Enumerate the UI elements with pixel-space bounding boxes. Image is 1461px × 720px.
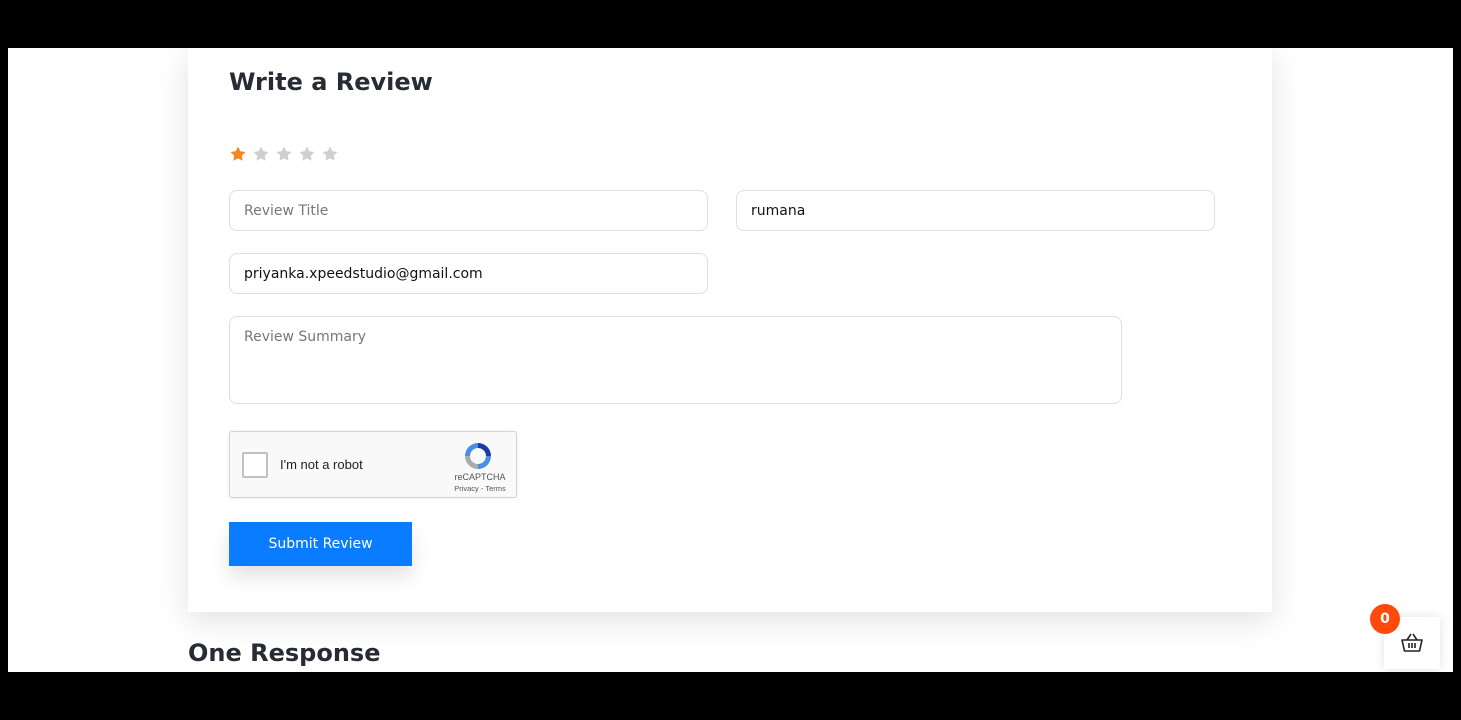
star-icon-1[interactable] <box>229 145 247 163</box>
star-icon-5[interactable] <box>321 145 339 163</box>
star-rating[interactable] <box>229 145 339 163</box>
basket-icon <box>1401 633 1423 652</box>
recaptcha-brand: reCAPTCHA <box>454 472 506 482</box>
review-title-input[interactable] <box>229 190 708 231</box>
recaptcha-label: I'm not a robot <box>280 457 363 472</box>
reviewer-email-input[interactable] <box>229 253 708 294</box>
page: Write a Review I'm not a robot reCAPTCHA… <box>8 48 1453 672</box>
review-form-card: Write a Review I'm not a robot reCAPTCHA… <box>188 48 1272 612</box>
recaptcha-widget: I'm not a robot reCAPTCHA Privacy - Term… <box>229 431 517 498</box>
star-icon-3[interactable] <box>275 145 293 163</box>
recaptcha-links: Privacy - Terms <box>446 484 514 493</box>
review-form-heading: Write a Review <box>229 68 433 96</box>
recaptcha-logo-icon <box>465 443 491 469</box>
review-summary-textarea[interactable] <box>229 316 1122 404</box>
responses-heading: One Response <box>188 639 381 667</box>
cart-count-badge: 0 <box>1370 604 1400 634</box>
submit-review-button[interactable]: Submit Review <box>229 522 412 566</box>
star-icon-4[interactable] <box>298 145 316 163</box>
reviewer-name-input[interactable] <box>736 190 1215 231</box>
recaptcha-privacy-link[interactable]: Privacy <box>454 484 479 493</box>
star-icon-2[interactable] <box>252 145 270 163</box>
recaptcha-separator: - <box>480 484 484 493</box>
recaptcha-checkbox[interactable] <box>242 452 268 478</box>
recaptcha-terms-link[interactable]: Terms <box>485 484 505 493</box>
